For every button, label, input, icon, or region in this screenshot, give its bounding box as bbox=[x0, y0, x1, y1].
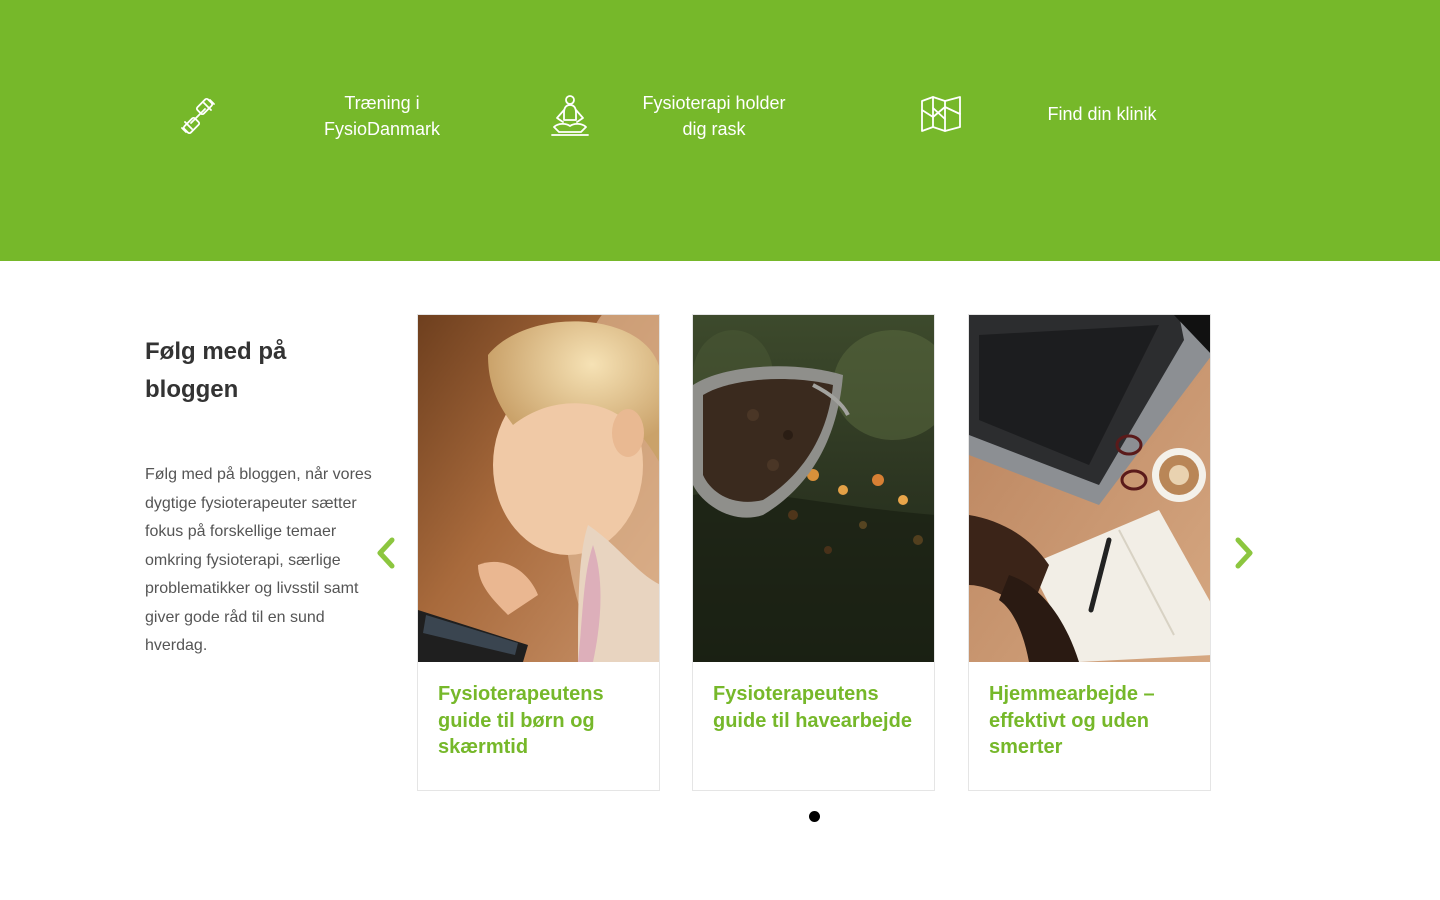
hero-link-find-clinic[interactable]: Find din klinik bbox=[917, 90, 1167, 138]
laptop-desk-image bbox=[969, 315, 1210, 662]
blog-intro: Følg med på bloggen Følg med på bloggen,… bbox=[145, 333, 375, 661]
meditation-icon bbox=[551, 95, 589, 136]
blog-title: Følg med på bloggen bbox=[145, 338, 287, 403]
card-title: Fysioterapeutens guide til havearbejde bbox=[713, 683, 912, 732]
hero-link-training[interactable]: Træning i FysioDanmark bbox=[174, 90, 444, 142]
hero-label-find-clinic: Find din klinik bbox=[1047, 104, 1157, 124]
hero-banner: Træning i FysioDanmark Fysioterapi holde… bbox=[0, 0, 1440, 261]
hero-label-physio: Fysioterapi holder dig rask bbox=[642, 93, 786, 139]
map-icon bbox=[921, 96, 961, 132]
pagination-dot[interactable] bbox=[809, 811, 820, 822]
child-tablet-image bbox=[418, 315, 659, 662]
dumbbell-icon bbox=[181, 97, 215, 135]
chevron-right-icon[interactable] bbox=[1233, 535, 1257, 571]
blog-card-home-office[interactable]: Hjemmearbejde – effektivt og uden smerte… bbox=[968, 314, 1211, 791]
carousel-pagination bbox=[809, 811, 820, 822]
card-title: Fysioterapeutens guide til børn og skærm… bbox=[438, 683, 604, 758]
chevron-left-icon[interactable] bbox=[373, 535, 397, 571]
blog-card-gardening[interactable]: Fysioterapeutens guide til havearbejde bbox=[692, 314, 935, 791]
blog-card-screen-time[interactable]: Fysioterapeutens guide til børn og skærm… bbox=[417, 314, 660, 791]
hero-link-physio[interactable]: Fysioterapi holder dig rask bbox=[546, 90, 794, 142]
garden-trowel-image bbox=[693, 315, 934, 662]
hero-label-training: Træning i FysioDanmark bbox=[323, 93, 441, 139]
blog-description: Følg med på bloggen, når vores dygtige f… bbox=[145, 466, 372, 654]
card-title: Hjemmearbejde – effektivt og uden smerte… bbox=[989, 683, 1155, 758]
